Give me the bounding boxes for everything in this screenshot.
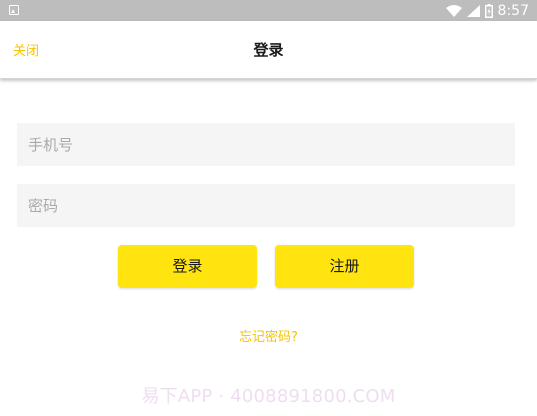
title-bar: 关闭 登录 [0, 21, 537, 79]
phone-input[interactable] [17, 123, 515, 166]
status-icons: 8:57 [445, 1, 529, 21]
battery-icon [484, 4, 493, 18]
register-button[interactable]: 注册 [275, 245, 414, 288]
page-title: 登录 [253, 41, 284, 59]
signal-icon [466, 5, 480, 17]
wifi-icon [445, 5, 462, 17]
app-notification-icon [9, 5, 19, 15]
login-screen: 8:57 关闭 登录 登录 注册 忘记密码? 易下APP · 400889180… [0, 0, 537, 416]
watermark: 易下APP · 4008891800.COM [141, 386, 396, 407]
password-input[interactable] [17, 184, 515, 227]
status-time: 8:57 [497, 3, 529, 19]
status-bar: 8:57 [0, 0, 537, 21]
forgot-password-link[interactable]: 忘记密码? [0, 326, 537, 345]
login-button[interactable]: 登录 [118, 245, 257, 288]
